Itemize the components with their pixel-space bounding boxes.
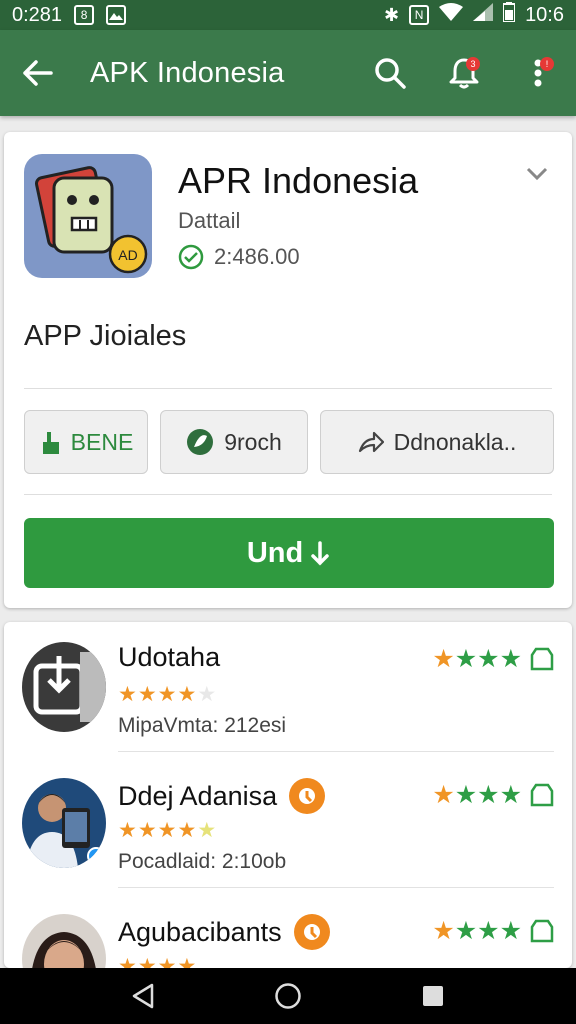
- notification-icon: 8: [74, 5, 95, 25]
- bookmark-tag-icon[interactable]: [530, 647, 554, 671]
- collapse-button[interactable]: [522, 162, 552, 186]
- system-nav-bar: [0, 968, 576, 1024]
- back-button[interactable]: [18, 53, 58, 93]
- item-rating: ★★★★: [432, 916, 554, 946]
- app-list-card: Udotaha ★★★★★ MipaVmta: 212esi ★★★★ Ddej…: [4, 622, 572, 968]
- app-detail-card: AD APR Indonesia Dattail 2:486.00 APP Ji…: [4, 132, 572, 608]
- app-name: APR Indonesia: [178, 160, 419, 201]
- bluetooth-icon: ✱: [383, 5, 400, 25]
- verified-badge-icon: [293, 914, 330, 950]
- item-title: Ddej Adanisa: [118, 778, 326, 814]
- avatar: [22, 914, 106, 968]
- item-title: Agubacibants: [118, 914, 330, 950]
- item-meta: Pocadlaid: 2:10ob: [118, 850, 287, 873]
- home-circle-icon: [275, 983, 301, 1009]
- search-button[interactable]: [370, 53, 410, 93]
- image-icon: [106, 5, 127, 25]
- chip-label: BENE: [70, 428, 134, 455]
- battery-icon: [502, 2, 517, 28]
- svg-text:AD: AD: [118, 247, 137, 263]
- item-title: Udotaha: [118, 642, 220, 673]
- search-icon: [375, 58, 406, 89]
- arrow-left-icon: [23, 60, 53, 86]
- bookmark-tag-icon[interactable]: [530, 783, 554, 807]
- item-title-text: Udotaha: [118, 642, 221, 672]
- back-triangle-icon: [132, 983, 153, 1009]
- item-rating: ★★★★: [432, 644, 554, 674]
- more-menu-button[interactable]: !: [518, 53, 558, 93]
- app-count-row: 2:486.00: [178, 244, 300, 270]
- chip-download-button[interactable]: Ddnonakla..: [320, 410, 554, 474]
- nav-home-button[interactable]: [268, 976, 308, 1016]
- item-stars: ★★★★: [118, 955, 198, 968]
- wifi-icon: [439, 3, 464, 27]
- leaf-icon: [187, 429, 214, 455]
- list-item[interactable]: Agubacibants ★★★★ ★★★★: [4, 894, 572, 968]
- item-rating: ★★★★: [432, 780, 554, 810]
- chip-bene-button[interactable]: BENE: [24, 410, 148, 474]
- hand-icon: [42, 432, 59, 454]
- divider: [118, 751, 554, 752]
- app-bar: APK Indonesia 3 !: [0, 30, 576, 116]
- app-logo-icon: AD: [24, 154, 152, 278]
- nfc-icon: N: [409, 5, 430, 25]
- app-count: 2:486.00: [214, 244, 300, 269]
- item-title-text: Agubacibants: [118, 916, 282, 947]
- chevron-down-icon: [526, 167, 548, 181]
- divider: [24, 388, 552, 389]
- status-time-left: 0:281: [12, 3, 63, 26]
- chip-label: 9roch: [224, 428, 282, 455]
- share-icon: [358, 431, 384, 453]
- menu-badge: !: [540, 57, 554, 71]
- nav-recents-button[interactable]: [413, 976, 453, 1016]
- chip-search-button[interactable]: 9roch: [160, 410, 308, 474]
- notification-badge: 3: [466, 57, 480, 71]
- list-item[interactable]: Ddej Adanisa ★★★★★ Pocadlaid: 2:10ob ★★★…: [4, 758, 572, 888]
- nav-back-button[interactable]: [123, 976, 163, 1016]
- bookmark-tag-icon[interactable]: [530, 919, 554, 943]
- item-stars: ★★★★★: [118, 683, 218, 706]
- recents-square-icon: [423, 986, 444, 1006]
- item-meta: MipaVmta: 212esi: [118, 714, 287, 737]
- item-stars: ★★★★★: [118, 819, 218, 842]
- chip-label: Ddnonakla..: [393, 428, 517, 455]
- avatar: [22, 778, 106, 868]
- install-label: Und: [246, 536, 304, 569]
- page-title: APK Indonesia: [90, 56, 285, 89]
- status-time-right: 10:6: [525, 3, 564, 26]
- divider: [118, 887, 554, 888]
- app-subtitle: Dattail: [178, 208, 241, 233]
- verified-badge-icon: [289, 778, 326, 814]
- item-title-text: Ddej Adanisa: [118, 780, 278, 811]
- check-circle-icon: [178, 244, 204, 270]
- section-title: APP Jioiales: [24, 320, 187, 352]
- list-item[interactable]: Udotaha ★★★★★ MipaVmta: 212esi ★★★★: [4, 622, 572, 752]
- divider: [24, 494, 552, 495]
- download-app-icon: [22, 642, 106, 732]
- signal-icon: [473, 3, 494, 27]
- notifications-button[interactable]: 3: [444, 53, 484, 93]
- install-button[interactable]: Und: [24, 518, 554, 588]
- status-bar: 0:281 8 ✱ N 10:6: [0, 0, 576, 30]
- download-arrow-icon: [311, 541, 329, 566]
